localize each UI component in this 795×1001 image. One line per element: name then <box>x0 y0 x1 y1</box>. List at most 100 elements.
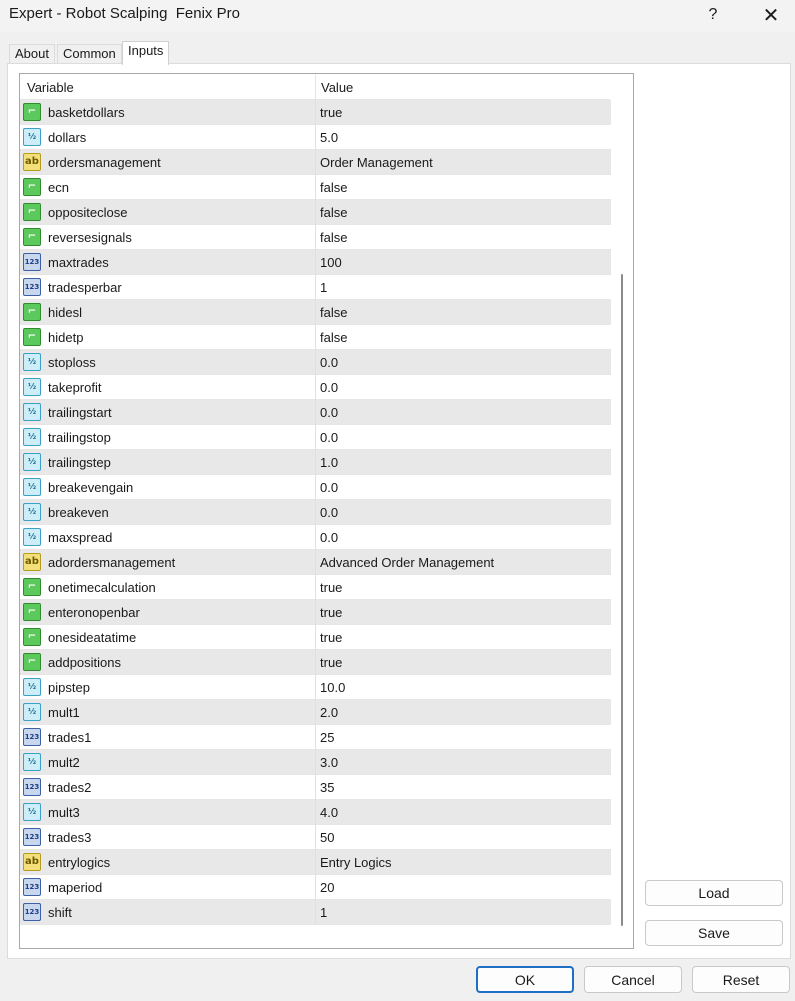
tab-inputs[interactable]: Inputs <box>122 41 170 65</box>
variable-value[interactable]: false <box>320 205 347 220</box>
variable-value[interactable]: 0.0 <box>320 505 338 520</box>
table-row[interactable]: 123 maperiod 20 <box>20 875 611 900</box>
double-icon: ½ <box>23 803 41 821</box>
table-row[interactable]: ⌐ enteronopenbar true <box>20 600 611 625</box>
variable-value[interactable]: 1 <box>320 280 327 295</box>
variable-value[interactable]: 5.0 <box>320 130 338 145</box>
table-row[interactable]: ½ dollars 5.0 <box>20 125 611 150</box>
table-row[interactable]: ½ pipstep 10.0 <box>20 675 611 700</box>
variable-value[interactable]: 3.0 <box>320 755 338 770</box>
tab-common[interactable]: Common <box>57 44 122 64</box>
variable-value[interactable]: 0.0 <box>320 355 338 370</box>
variable-value[interactable]: true <box>320 655 342 670</box>
int-icon: 123 <box>23 903 41 921</box>
variable-value[interactable]: 10.0 <box>320 680 345 695</box>
table-row[interactable]: ab adordersmanagement Advanced Order Manag… <box>20 550 611 575</box>
table-row[interactable]: ab ordersmanagement Order Management <box>20 150 611 175</box>
double-icon: ½ <box>23 353 41 371</box>
load-button[interactable]: Load <box>645 880 783 906</box>
table-row[interactable]: ⌐ onetimecalculation true <box>20 575 611 600</box>
variable-value[interactable]: true <box>320 630 342 645</box>
variable-value[interactable]: 50 <box>320 830 334 845</box>
cell-divider <box>315 600 316 625</box>
column-header-value[interactable]: Value <box>321 80 353 95</box>
variable-value[interactable]: Order Management <box>320 155 433 170</box>
ok-button[interactable]: OK <box>476 966 574 993</box>
variable-value[interactable]: Advanced Order Management <box>320 555 494 570</box>
help-button[interactable]: ? <box>690 0 736 30</box>
table-row[interactable]: ½ trailingstart 0.0 <box>20 400 611 425</box>
table-row[interactable]: ½ mult2 3.0 <box>20 750 611 775</box>
int-icon: 123 <box>23 778 41 796</box>
variable-value[interactable]: 0.0 <box>320 405 338 420</box>
table-row[interactable]: 123 trades2 35 <box>20 775 611 800</box>
double-icon: ½ <box>23 753 41 771</box>
variable-value[interactable]: 25 <box>320 730 334 745</box>
table-row[interactable]: 123 tradesperbar 1 <box>20 275 611 300</box>
variable-value[interactable]: 4.0 <box>320 805 338 820</box>
column-header-variable[interactable]: Variable <box>27 80 74 95</box>
table-row[interactable]: ½ maxspread 0.0 <box>20 525 611 550</box>
column-divider[interactable] <box>315 74 316 100</box>
variable-value[interactable]: true <box>320 105 342 120</box>
bool-icon: ⌐ <box>23 228 41 246</box>
table-row[interactable]: 123 maxtrades 100 <box>20 250 611 275</box>
variable-value[interactable]: 20 <box>320 880 334 895</box>
table-row[interactable]: ½ trailingstop 0.0 <box>20 425 611 450</box>
table-row[interactable]: ½ breakevengain 0.0 <box>20 475 611 500</box>
table-row[interactable]: ½ takeprofit 0.0 <box>20 375 611 400</box>
table-row[interactable]: ⌐ hidesl false <box>20 300 611 325</box>
variable-value[interactable]: 0.0 <box>320 430 338 445</box>
table-row[interactable]: ⌐ addpositions true <box>20 650 611 675</box>
table-row[interactable]: ½ mult1 2.0 <box>20 700 611 725</box>
variable-value[interactable]: true <box>320 605 342 620</box>
table-row[interactable]: 123 trades1 25 <box>20 725 611 750</box>
table-row[interactable]: ab entrylogics Entry Logics <box>20 850 611 875</box>
variable-name: entrylogics <box>48 855 111 870</box>
table-row[interactable]: ⌐ basketdollars true <box>20 100 611 125</box>
variable-value[interactable]: 0.0 <box>320 480 338 495</box>
variable-name: hidesl <box>48 305 82 320</box>
cancel-button[interactable]: Cancel <box>584 966 682 993</box>
variable-name: trades2 <box>48 780 92 795</box>
variable-value[interactable]: false <box>320 305 347 320</box>
table-row[interactable]: 123 shift 1 <box>20 900 611 925</box>
variable-value[interactable]: 100 <box>320 255 342 270</box>
variable-value[interactable]: 0.0 <box>320 380 338 395</box>
table-row[interactable]: ½ stoploss 0.0 <box>20 350 611 375</box>
variable-value[interactable]: 2.0 <box>320 705 338 720</box>
variable-value[interactable]: false <box>320 330 347 345</box>
table-row[interactable]: ⌐ reversesignals false <box>20 225 611 250</box>
table-row[interactable]: ½ breakeven 0.0 <box>20 500 611 525</box>
table-row[interactable]: ½ mult3 4.0 <box>20 800 611 825</box>
grid-header: Variable Value <box>20 74 610 100</box>
cell-divider <box>315 875 316 900</box>
tab-about[interactable]: About <box>9 44 55 64</box>
cell-divider <box>315 200 316 225</box>
table-row[interactable]: ⌐ hidetp false <box>20 325 611 350</box>
variable-name: enteronopenbar <box>48 605 140 620</box>
variable-name: oppositeclose <box>48 205 128 220</box>
cell-divider <box>315 550 316 575</box>
table-row[interactable]: 123 trades3 50 <box>20 825 611 850</box>
string-icon: ab <box>23 553 41 571</box>
variable-value[interactable]: 35 <box>320 780 334 795</box>
variable-value[interactable]: 0.0 <box>320 530 338 545</box>
variable-value[interactable]: 1 <box>320 905 327 920</box>
variable-value[interactable]: false <box>320 180 347 195</box>
variable-value[interactable]: true <box>320 580 342 595</box>
table-row[interactable]: ⌐ onesideatatime true <box>20 625 611 650</box>
reset-button[interactable]: Reset <box>692 966 790 993</box>
variable-value[interactable]: 1.0 <box>320 455 338 470</box>
table-row[interactable]: ⌐ ecn false <box>20 175 611 200</box>
table-row[interactable]: ⌐ oppositeclose false <box>20 200 611 225</box>
table-row[interactable]: ½ trailingstep 1.0 <box>20 450 611 475</box>
vertical-scrollbar[interactable] <box>611 74 633 948</box>
variable-value[interactable]: false <box>320 230 347 245</box>
close-button[interactable]: ✕ <box>748 0 794 30</box>
variable-value[interactable]: Entry Logics <box>320 855 392 870</box>
save-button[interactable]: Save <box>645 920 783 946</box>
scrollbar-thumb[interactable] <box>621 274 623 926</box>
cell-divider <box>315 700 316 725</box>
variable-name: breakevengain <box>48 480 134 495</box>
